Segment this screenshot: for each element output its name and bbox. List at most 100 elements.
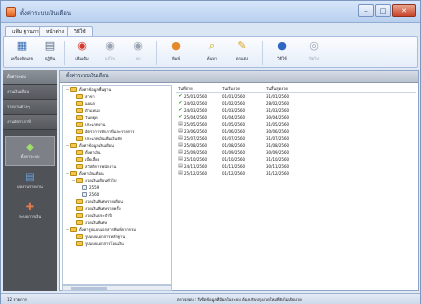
tree-item[interactable]: แผนก: [63, 100, 171, 107]
minimize-icon: –: [364, 6, 368, 15]
document-icon: [82, 185, 87, 190]
pay-date-cell: ▤ 25/08/2560: [176, 142, 220, 149]
toolbar-button-1[interactable]: ▤ ปฏิทิน: [38, 39, 62, 66]
tree-item[interactable]: − ตั้งค่าเงินเดือน: [63, 170, 171, 177]
sidebar-item-3[interactable]: งานอัตราภาษี: [3, 115, 57, 130]
start-date-cell: 01/07/2560: [222, 136, 246, 141]
tree-item[interactable]: อัตราการหักภาษีและรายการ: [63, 128, 171, 135]
toolbar-button-label: พิมพ์: [172, 56, 180, 61]
tree-item-label: ตั้งค่ารูปแบบเอกสารพิมพ์จากกรม: [79, 227, 136, 232]
close-icon: ✕: [401, 6, 407, 15]
tree-item-label: ประเภทงาน: [85, 122, 106, 127]
folder-icon: [76, 220, 83, 225]
column-header-start-date[interactable]: วันเริ่มงวด: [220, 85, 264, 92]
tree-item[interactable]: รูปแบบเอกสารโอนเงิน: [63, 240, 171, 247]
toolbar-button-5[interactable]: ● พิมพ์: [164, 39, 188, 66]
tree-item[interactable]: สาขา: [63, 93, 171, 100]
table-row[interactable]: ▤ 23/06/2560 01/06/2560 30/06/2560: [176, 128, 416, 135]
tree-item-label: ตั้งค่าข้อมูลเงินเดือน: [79, 143, 114, 148]
toolbar-button-8[interactable]: ● วิธีใช้: [270, 39, 294, 66]
tree-horizontal-scrollbar[interactable]: [62, 285, 172, 291]
table-row[interactable]: ▤ 25/09/2560 01/09/2560 30/09/2560: [176, 149, 416, 156]
tree-item[interactable]: งวดเงินพิเศษรายครั้ง: [63, 205, 171, 212]
toolbar-ribbon: ▦ เครื่องคิดเลข ▤ ปฏิทิน ◉ เพิ่มเติม ◉ แก้ไข ◉ ลบ…: [3, 36, 418, 68]
table-row[interactable]: ✔ 25/01/2560 01/01/2560 31/01/2560: [176, 93, 416, 100]
tree-item-label: สาขา: [85, 94, 95, 99]
check-icon: ✔: [178, 93, 183, 99]
pay-date-value: 23/06/2560: [184, 129, 208, 134]
period-list[interactable]: วันที่จ่าย วันเริ่มงวด วันสิ้นสุดงวด ✔ 25…: [176, 85, 416, 290]
close-button[interactable]: ✕: [392, 4, 416, 17]
tree-item[interactable]: − ตั้งค่าข้อมูลพื้นฐาน: [63, 86, 171, 93]
tree-item[interactable]: 2559: [63, 184, 171, 191]
tree-item[interactable]: วันหยุด: [63, 114, 171, 121]
tree-item-label: ตำแหน่ง: [85, 108, 100, 113]
end-date-cell: 31/05/2560: [266, 122, 290, 127]
tree-item[interactable]: รูปแบบเอกสารหลักฐาน: [63, 233, 171, 240]
module-icon: ▤: [25, 172, 35, 183]
toolbar-button-7[interactable]: ✎ ตกแต่ง: [230, 39, 254, 66]
table-row[interactable]: ▤ 25/10/2560 01/10/2560 31/10/2560: [176, 156, 416, 163]
toolbar-button-3[interactable]: ◉ แก้ไข: [98, 39, 122, 66]
tree-item-label: ประเภทเงินเพิ่มเงินหัก: [85, 136, 123, 141]
tree-item[interactable]: − งวดเงินเดือนทั่วไป: [63, 177, 171, 184]
tree-item[interactable]: − ตั้งค่าข้อมูลเงินเดือน: [63, 142, 171, 149]
table-row[interactable]: ▤ 25/07/2560 01/07/2560 31/07/2560: [176, 135, 416, 142]
toolbar-button-2[interactable]: ◉ เพิ่มเติม: [70, 39, 94, 66]
menu-tabs: แฟ้ม ฐานภาษ หน้าต่าง วิธีใช้: [1, 23, 420, 37]
sidebar-item-1[interactable]: งานเงินเดือน: [3, 85, 57, 100]
tree-item[interactable]: ประเภทเงินเพิ่มเงินหัก: [63, 135, 171, 142]
tree-item-label: งวดเงินประจำปี: [85, 213, 112, 218]
sidebar-item-2[interactable]: รายงานต่างๆ: [3, 100, 57, 115]
tree-item[interactable]: 2560: [63, 191, 171, 198]
end-date-cell: 30/04/2560: [266, 115, 290, 120]
toolbar-button-9[interactable]: ◎ ปิดไป: [302, 39, 326, 66]
table-row[interactable]: ✔ 24/02/2560 01/02/2560 28/02/2560: [176, 100, 416, 107]
tree-item[interactable]: ประเภทงาน: [63, 121, 171, 128]
window-controls: – □ ✕: [358, 4, 416, 17]
folder-icon: [76, 108, 83, 113]
tree-item-label: งวดเงินพิเศษ: [85, 220, 108, 225]
tree-item[interactable]: งวดเงินประจำปี: [63, 212, 171, 219]
tree-item[interactable]: ตำแหน่ง: [63, 107, 171, 114]
tree-item[interactable]: เบี้ยเลี้ยง: [63, 156, 171, 163]
toolbar-button-4[interactable]: ◉ ลบ: [126, 39, 150, 66]
sidebar-module-button-0[interactable]: ◆ ตั้งค่าระบบ: [5, 136, 55, 166]
tree-item[interactable]: งวดเงินพิเศษ: [63, 219, 171, 226]
tree-item[interactable]: − ตั้งค่ารูปแบบเอกสารพิมพ์จากกรม: [63, 226, 171, 233]
tree-item[interactable]: ตั้งค่าเงิน: [63, 149, 171, 156]
pay-date-value: 24/03/2560: [184, 108, 208, 113]
check-icon: ✔: [178, 114, 183, 120]
maximize-button[interactable]: □: [375, 4, 391, 17]
table-row[interactable]: ✔ 24/03/2560 01/03/2560 31/03/2560: [176, 107, 416, 114]
status-bar: 12 รายการ ตรวจสอบ : รีเซ็ตข้อมูลที่มีผลใ…: [1, 293, 420, 304]
table-row[interactable]: ▤ 25/05/2560 01/05/2560 31/05/2560: [176, 121, 416, 128]
toolbar-button-6[interactable]: ⌕ ค้นหา: [200, 39, 224, 66]
check-icon: ✔: [178, 100, 183, 106]
tree-item[interactable]: สวัสดิการพนักงาน: [63, 163, 171, 170]
folder-icon: [76, 94, 83, 99]
sidebar-module-button-2[interactable]: ✚ ระบบการเงิน: [3, 196, 57, 226]
folder-icon: [76, 136, 83, 141]
tree-item[interactable]: งวดเงินพิเศษรายเดือน: [63, 198, 171, 205]
folder-icon: [70, 227, 77, 232]
minimize-button[interactable]: –: [358, 4, 374, 17]
table-row[interactable]: ▤ 24/11/2560 01/11/2560 30/11/2560: [176, 163, 416, 170]
table-row[interactable]: ▤ 25/08/2560 01/08/2560 31/08/2560: [176, 142, 416, 149]
module-icon: ◆: [26, 142, 34, 153]
pay-date-value: 24/02/2560: [184, 101, 208, 106]
table-row[interactable]: ▤ 25/12/2560 01/12/2560 31/12/2560: [176, 170, 416, 177]
sidebar-module-button-1[interactable]: ▤ ผลงานรายงาน: [3, 166, 57, 196]
tree-item-label: 2559: [89, 185, 100, 190]
sidebar-item-0[interactable]: ตั้งค่าระบบ: [3, 70, 57, 85]
pay-date-cell: ✔ 25/01/2560: [176, 93, 220, 100]
column-header-end-date[interactable]: วันสิ้นสุดงวด: [264, 85, 324, 92]
column-header-pay-date[interactable]: วันที่จ่าย: [176, 85, 220, 92]
end-date-cell: 28/02/2560: [266, 101, 290, 106]
scrollbar-thumb[interactable]: [71, 287, 107, 290]
toolbar-button-0[interactable]: ▦ เครื่องคิดเลข: [10, 39, 34, 66]
document-icon: ▤: [178, 170, 183, 176]
table-row[interactable]: ✔ 25/04/2560 01/04/2560 30/04/2560: [176, 114, 416, 121]
settings-tree[interactable]: − ตั้งค่าข้อมูลพื้นฐาน สาขา แผนก ตำแหน่ง วันห…: [62, 85, 172, 285]
document-icon: ▤: [178, 163, 183, 169]
